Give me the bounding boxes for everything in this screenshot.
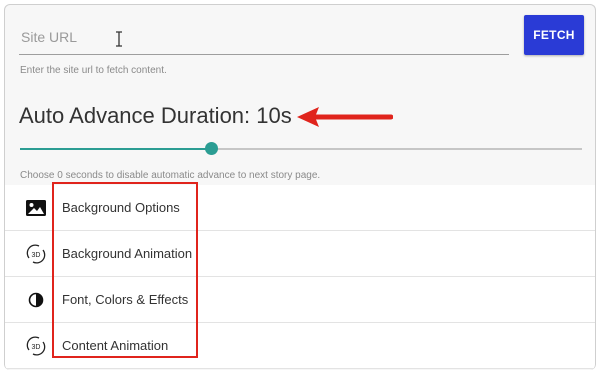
contrast-icon — [25, 289, 47, 311]
svg-text:3D: 3D — [32, 252, 41, 259]
content-animation-label: Content Animation — [62, 338, 169, 353]
auto-advance-slider[interactable] — [20, 142, 582, 155]
image-icon — [25, 197, 47, 219]
red-arrow-annotation-icon — [297, 107, 393, 127]
options-list: Background Options 3D Background Animati… — [5, 185, 595, 369]
background-options-item[interactable]: Background Options — [5, 185, 595, 231]
font-colors-effects-label: Font, Colors & Effects — [62, 292, 189, 307]
text-cursor-icon — [116, 31, 122, 47]
auto-advance-helper-text: Choose 0 seconds to disable automatic ad… — [20, 170, 321, 181]
background-animation-item[interactable]: 3D Background Animation — [5, 231, 595, 277]
background-animation-label: Background Animation — [62, 246, 193, 261]
auto-advance-title: Auto Advance Duration: 10s — [19, 103, 292, 128]
content-animation-item[interactable]: 3D Content Animation — [5, 323, 595, 369]
3d-rotation-icon: 3D — [25, 335, 47, 357]
story-settings-panel: FETCH Enter the site url to fetch conten… — [4, 4, 596, 370]
slider-thumb[interactable] — [205, 142, 219, 155]
background-options-label: Background Options — [62, 200, 180, 215]
font-colors-effects-item[interactable]: Font, Colors & Effects — [5, 277, 595, 323]
url-helper-text: Enter the site url to fetch content. — [20, 65, 167, 76]
site-url-input[interactable] — [19, 19, 509, 55]
svg-text:3D: 3D — [32, 344, 41, 351]
slider-fill — [20, 148, 212, 150]
fetch-button[interactable]: FETCH — [524, 15, 584, 55]
3d-rotation-icon: 3D — [25, 243, 47, 265]
